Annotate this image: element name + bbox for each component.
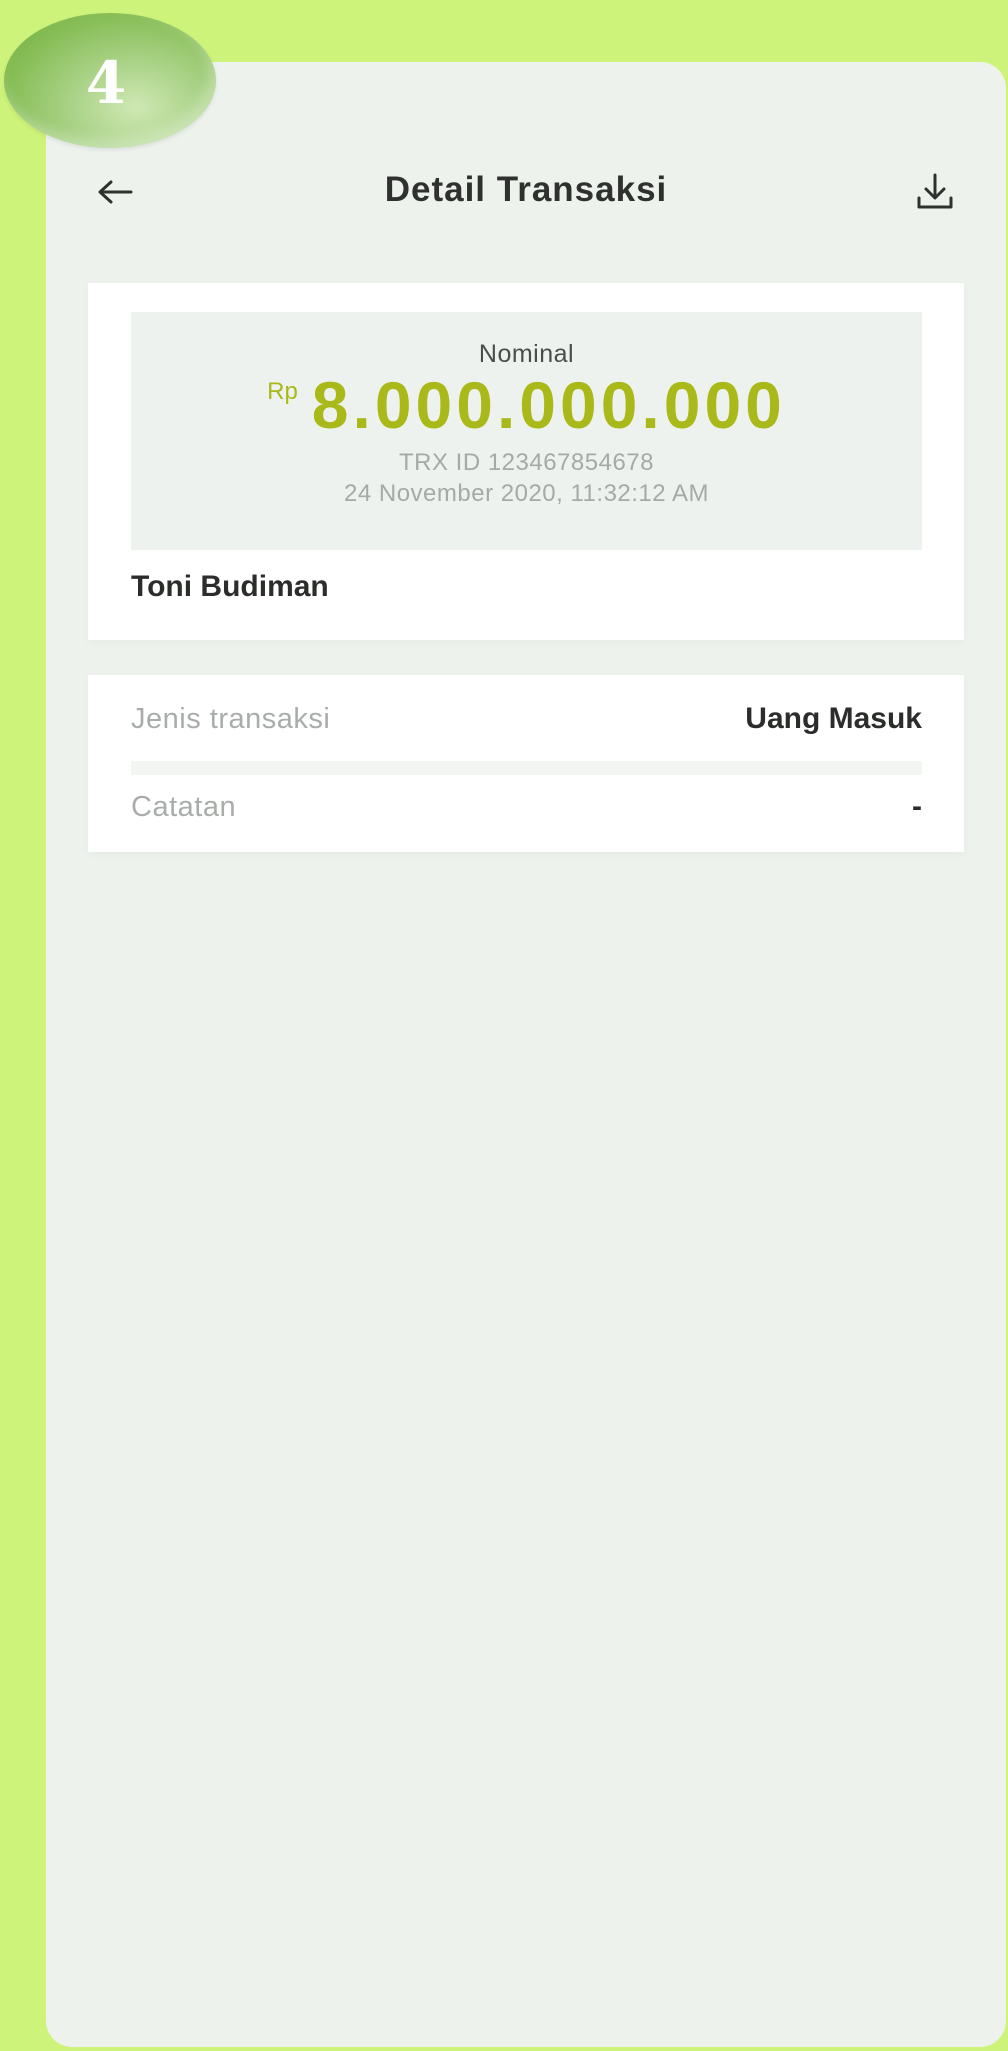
detail-label: Jenis transaksi xyxy=(131,702,331,735)
step-number: 4 xyxy=(85,48,127,117)
detail-row-type: Jenis transaksi Uang Masuk xyxy=(131,699,922,739)
divider xyxy=(131,761,922,775)
nominal-label: Nominal xyxy=(478,340,575,368)
detail-value: - xyxy=(912,790,922,823)
detail-label: Catatan xyxy=(131,790,237,823)
transaction-details-card: Jenis transaksi Uang Masuk Catatan - xyxy=(88,675,964,852)
transaction-summary-card: Nominal Rp 8.000.000.000 TRX ID 12346785… xyxy=(88,283,964,640)
page-title: Detail Transaksi xyxy=(384,170,668,209)
transaction-datetime: 24 November 2020, 11:32:12 AM xyxy=(344,480,709,507)
transaction-id: TRX ID 123467854678 xyxy=(398,449,654,476)
download-icon xyxy=(917,173,953,209)
step-badge: 4 xyxy=(4,13,216,148)
currency-label: Rp xyxy=(267,378,298,405)
detail-value: Uang Masuk xyxy=(745,702,922,735)
nominal-box: Nominal Rp 8.000.000.000 TRX ID 12346785… xyxy=(131,312,922,550)
customer-name: Toni Budiman xyxy=(131,570,329,603)
amount-value: 8.000.000.000 xyxy=(311,368,786,442)
detail-row-note: Catatan - xyxy=(131,787,922,827)
download-button[interactable] xyxy=(911,168,959,216)
amount-row: Rp 8.000.000.000 xyxy=(131,368,922,442)
